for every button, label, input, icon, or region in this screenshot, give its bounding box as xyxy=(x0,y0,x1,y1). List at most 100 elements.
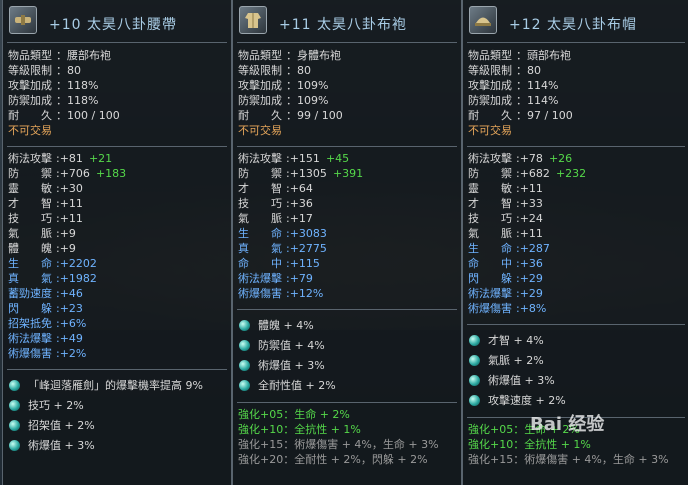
stat-label: 術法爆擊 xyxy=(468,287,512,300)
stat-row: 蓄勁速度:+46 xyxy=(8,287,83,300)
stat-label: 術法爆擊 xyxy=(238,272,282,285)
stat-label: 生 命 xyxy=(238,227,282,240)
stat-row: 術爆傷害:+12% xyxy=(238,287,324,300)
no-trade-label: 不可交易 xyxy=(238,124,282,137)
enhance-list: 強化+05：生命 + 2% 強化+10：全抗性 + 1% 強化+15：術爆傷害 … xyxy=(233,407,461,467)
watermark-text: Bai 经验 xyxy=(530,414,605,435)
set-bonus: 術爆值 + 3% xyxy=(488,374,555,387)
stat-bonus: +45 xyxy=(325,152,350,165)
stat-row: 閃 躲:+29 xyxy=(468,272,543,285)
stat-value: +682 xyxy=(519,167,550,180)
durability-value: 100 / 100 xyxy=(67,109,120,122)
stat-label: 術爆傷害 xyxy=(468,302,512,315)
stat-label: 防 禦 xyxy=(8,167,52,180)
stat-value: +36 xyxy=(289,197,313,210)
stat-label: 技 巧 xyxy=(238,197,282,210)
baidu-watermark: Bai 经验 xyxy=(530,410,680,450)
attack-bonus-value: 118% xyxy=(67,79,99,92)
stat-label: 生 命 xyxy=(8,257,52,270)
enhance-line: 強化+15：術爆傷害 + 4%，生命 + 3% xyxy=(468,453,669,466)
stat-value: +2775 xyxy=(289,242,327,255)
enhance-line: 強化+20：全耐性 + 2%，閃躲 + 2% xyxy=(238,453,428,466)
stat-value: +36 xyxy=(519,257,543,270)
stat-list: 術法攻擊:+151 +45 防 禦:+1305 +391 才 智:+64 技 巧:+… xyxy=(233,151,461,301)
gem-icon xyxy=(9,400,20,411)
stat-value: +9 xyxy=(59,227,76,240)
stat-value: +30 xyxy=(59,182,83,195)
stat-label: 術爆傷害 xyxy=(8,347,52,360)
stat-value: +11 xyxy=(59,212,83,225)
stat-row: 命 中:+36 xyxy=(468,257,543,270)
stat-row: 術法爆擊:+29 xyxy=(468,287,543,300)
stat-label: 氣 脈 xyxy=(238,212,282,225)
stat-value: +3083 xyxy=(289,227,327,240)
stat-list: 術法攻擊:+78 +26 防 禦:+682 +232 靈 敏:+11 才 智:+33… xyxy=(463,151,688,316)
stat-label: 才 智 xyxy=(468,197,512,210)
stat-label: 防 禦 xyxy=(238,167,282,180)
stat-value: +49 xyxy=(59,332,83,345)
stat-value: +6% xyxy=(59,317,87,330)
type-value: 腰部布袍 xyxy=(67,49,111,62)
durability-value: 99 / 100 xyxy=(297,109,343,122)
gem-icon xyxy=(239,320,250,331)
stat-row: 術法攻擊:+81 +21 xyxy=(8,152,113,165)
stat-row: 防 禦:+706 +183 xyxy=(8,167,127,180)
level-label: 等級限制 xyxy=(238,64,282,77)
stat-value: +29 xyxy=(519,272,543,285)
gem-icon xyxy=(239,380,250,391)
stat-label: 防 禦 xyxy=(468,167,512,180)
stat-row: 靈 敏:+11 xyxy=(468,182,543,195)
stat-label: 才 智 xyxy=(8,197,52,210)
stat-label: 氣 脈 xyxy=(8,227,52,240)
stat-row: 靈 敏:+30 xyxy=(8,182,83,195)
stat-label: 命 中 xyxy=(468,257,512,270)
stat-value: +2202 xyxy=(59,257,97,270)
set-bonus: 防禦值 + 4% xyxy=(258,339,325,352)
defense-bonus-value: 109% xyxy=(297,94,329,107)
defense-bonus-label: 防禦加成 xyxy=(468,94,512,107)
gem-icon xyxy=(469,335,480,346)
stat-row: 防 禦:+682 +232 xyxy=(468,167,587,180)
level-label: 等級限制 xyxy=(468,64,512,77)
gem-icon xyxy=(469,375,480,386)
stat-row: 真 氣:+2775 xyxy=(238,242,327,255)
stat-value: +33 xyxy=(519,197,543,210)
stat-row: 生 命:+3083 xyxy=(238,227,327,240)
stat-label: 閃 躲 xyxy=(468,272,512,285)
stat-value: +46 xyxy=(59,287,83,300)
stat-row: 術爆傷害:+2% xyxy=(8,347,87,360)
item-title: +10 太昊八卦腰帶 xyxy=(49,17,177,33)
stat-label: 術爆傷害 xyxy=(238,287,282,300)
set-bonus: 招架值 + 2% xyxy=(28,419,95,432)
level-value: 80 xyxy=(297,64,311,77)
level-value: 80 xyxy=(67,64,81,77)
enhance-line: 強化+10：全抗性 + 1% xyxy=(238,423,361,436)
stat-row: 技 巧:+11 xyxy=(8,212,83,225)
stat-value: +1982 xyxy=(59,272,97,285)
stat-label: 命 中 xyxy=(238,257,282,270)
stat-label: 生 命 xyxy=(468,242,512,255)
set-bonus: 全耐性值 + 2% xyxy=(258,379,336,392)
attack-bonus-label: 攻擊加成 xyxy=(8,79,52,92)
set-bonus-list: 才智 + 4% 氣脈 + 2% 術爆值 + 3% 攻擊速度 + 2% xyxy=(463,331,688,411)
hat-icon xyxy=(469,6,497,34)
stat-bonus: +391 xyxy=(332,167,364,180)
gem-icon xyxy=(469,395,480,406)
stat-row: 氣 脈:+17 xyxy=(238,212,313,225)
stat-value: +11 xyxy=(519,182,543,195)
stat-row: 術爆傷害:+8% xyxy=(468,302,547,315)
durability-value: 97 / 100 xyxy=(527,109,573,122)
set-bonus-list: 「峰迴落雁劍」的爆擊機率提高 9% 技巧 + 2% 招架值 + 2% 術爆值 +… xyxy=(3,376,231,456)
stat-row: 招架抵免:+6% xyxy=(8,317,87,330)
gem-icon xyxy=(239,340,250,351)
stat-label: 術法攻擊 xyxy=(468,152,512,165)
gem-icon xyxy=(239,360,250,371)
set-bonus: 才智 + 4% xyxy=(488,334,544,347)
type-value: 身體布袍 xyxy=(297,49,341,62)
stat-label: 閃 躲 xyxy=(8,302,52,315)
set-bonus: 術爆值 + 3% xyxy=(258,359,325,372)
stat-label: 招架抵免 xyxy=(8,317,52,330)
stat-bonus: +183 xyxy=(95,167,127,180)
set-bonus: 攻擊速度 + 2% xyxy=(488,394,566,407)
durability-label: 耐 久 xyxy=(238,109,282,122)
